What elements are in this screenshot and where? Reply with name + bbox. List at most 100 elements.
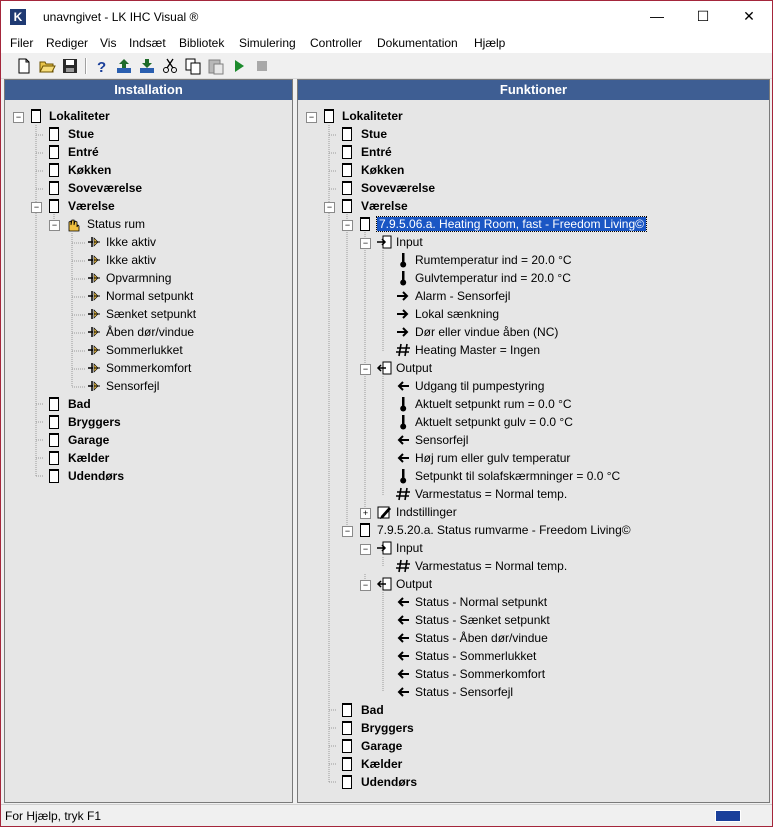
tree-input-item[interactable]: Dør eller vindue åben (NC) [415,323,558,341]
tree-room[interactable]: Kælder [68,449,109,467]
tree-room[interactable]: Bryggers [361,719,414,737]
tree-function-heating-room[interactable]: 7.9.5.06.a. Heating Room, fast - Freedom… [376,215,647,233]
minimize-button[interactable]: — [634,1,680,32]
pushbutton-output-icon [86,360,102,376]
new-document-icon[interactable] [15,57,33,75]
tree-room[interactable]: Entré [68,143,99,161]
tree-output-item[interactable]: Aktuelt setpunkt gulv = 0.0 °C [415,413,573,431]
menu-vis[interactable]: Vis [100,36,116,50]
tree-output-item[interactable]: Status - Sommerlukket [415,647,536,665]
tree-input-item[interactable]: Heating Master = Ingen [415,341,540,359]
upload-icon[interactable] [115,57,133,75]
cut-icon[interactable] [161,57,179,75]
collapse-toggle[interactable]: − [360,544,371,555]
tree-room[interactable]: Bryggers [68,413,121,431]
tree-output-item[interactable]: Sensorfejl [415,431,468,449]
tree-status-rum[interactable]: Status rum [87,215,145,233]
tree-output-item[interactable]: Status - Normal setpunkt [415,593,547,611]
tree-room[interactable]: Udendørs [361,773,417,791]
tree-input-group[interactable]: Input [396,233,423,251]
tree-room[interactable]: Garage [361,737,402,755]
tree-root-lokaliteter[interactable]: Lokaliteter [49,107,110,125]
play-icon[interactable] [230,57,248,75]
tree-input-item[interactable]: Gulvtemperatur ind = 20.0 °C [415,269,571,287]
tree-root-lokaliteter[interactable]: Lokaliteter [342,107,403,125]
funktioner-tree[interactable]: − Lokaliteter Stue Entré Køkken Sovevære… [298,102,769,802]
tree-settings[interactable]: Indstillinger [396,503,457,521]
tree-output-item[interactable]: Aktuelt setpunkt rum = 0.0 °C [415,395,572,413]
app-logo-icon[interactable]: K [10,9,26,25]
tree-input-item[interactable]: Varmestatus = Normal temp. [415,557,567,575]
stop-icon[interactable] [253,57,271,75]
tree-output-group[interactable]: Output [396,575,432,593]
collapse-toggle[interactable]: − [360,238,371,249]
collapse-toggle[interactable]: − [360,580,371,591]
tree-status-output[interactable]: Sommerkomfort [106,359,191,377]
tree-room[interactable]: Udendørs [68,467,124,485]
tree-output-item[interactable]: Udgang til pumpestyring [415,377,544,395]
menu-filer[interactable]: Filer [10,36,33,50]
tree-output-item[interactable]: Høj rum eller gulv temperatur [415,449,570,467]
tree-output-item[interactable]: Varmestatus = Normal temp. [415,485,567,503]
tree-status-output[interactable]: Sensorfejl [106,377,159,395]
save-icon[interactable] [61,57,79,75]
tree-status-output[interactable]: Åben dør/vindue [106,323,194,341]
tree-output-item[interactable]: Status - Sensorfejl [415,683,513,701]
tree-status-output[interactable]: Opvarmning [106,269,171,287]
menu-rediger[interactable]: Rediger [46,36,88,50]
tree-status-output[interactable]: Normal setpunkt [106,287,193,305]
tree-status-output[interactable]: Ikke aktiv [106,251,156,269]
tree-room[interactable]: Stue [361,125,387,143]
expand-toggle[interactable]: + [360,508,371,519]
tree-output-item[interactable]: Setpunkt til solafskærmninger = 0.0 °C [415,467,620,485]
tree-room[interactable]: Bad [361,701,384,719]
collapse-toggle[interactable]: − [342,220,353,231]
menu-dokumentation[interactable]: Dokumentation [377,36,458,50]
help-icon[interactable]: ? [92,57,110,75]
menu-bibliotek[interactable]: Bibliotek [179,36,224,50]
tree-room[interactable]: Stue [68,125,94,143]
open-folder-icon[interactable] [38,57,56,75]
tree-room[interactable]: Køkken [361,161,404,179]
tree-output-item[interactable]: Status - Sænket setpunkt [415,611,550,629]
tree-status-output[interactable]: Sænket setpunkt [106,305,196,323]
maximize-button[interactable]: ☐ [680,1,726,32]
tree-room-vaerelse[interactable]: Værelse [361,197,408,215]
collapse-toggle[interactable]: − [342,526,353,537]
tree-room[interactable]: Entré [361,143,392,161]
title-bar[interactable]: K unavngivet - LK IHC Visual ® — ☐ ✕ [1,1,772,32]
collapse-toggle[interactable]: − [360,364,371,375]
close-button[interactable]: ✕ [726,1,772,32]
tree-room[interactable]: Kælder [361,755,402,773]
tree-room[interactable]: Bad [68,395,91,413]
tree-output-item[interactable]: Status - Åben dør/vindue [415,629,548,647]
collapse-toggle[interactable]: − [31,202,42,213]
menu-indsaet[interactable]: Indsæt [129,36,166,50]
menu-controller[interactable]: Controller [310,36,362,50]
pushbutton-output-icon [86,234,102,250]
download-icon[interactable] [138,57,156,75]
tree-status-output[interactable]: Sommerlukket [106,341,183,359]
tree-room-vaerelse[interactable]: Værelse [68,197,115,215]
collapse-toggle[interactable]: − [13,112,24,123]
tree-room[interactable]: Garage [68,431,109,449]
tree-input-item[interactable]: Alarm - Sensorfejl [415,287,510,305]
collapse-toggle[interactable]: − [306,112,317,123]
tree-output-item[interactable]: Status - Sommerkomfort [415,665,545,683]
collapse-toggle[interactable]: − [324,202,335,213]
collapse-toggle[interactable]: − [49,220,60,231]
paste-icon[interactable] [207,57,225,75]
installation-tree[interactable]: − Lokaliteter Stue Entré Køkken Sovevære… [5,102,292,802]
tree-status-output[interactable]: Ikke aktiv [106,233,156,251]
tree-output-group[interactable]: Output [396,359,432,377]
tree-room[interactable]: Soveværelse [361,179,435,197]
menu-simulering[interactable]: Simulering [239,36,296,50]
tree-room[interactable]: Soveværelse [68,179,142,197]
menu-hjaelp[interactable]: Hjælp [474,36,505,50]
tree-input-item[interactable]: Lokal sænkning [415,305,499,323]
tree-input-group[interactable]: Input [396,539,423,557]
tree-function-status-rumvarme[interactable]: 7.9.5.20.a. Status rumvarme - Freedom Li… [377,521,631,539]
copy-icon[interactable] [184,57,202,75]
tree-input-item[interactable]: Rumtemperatur ind = 20.0 °C [415,251,572,269]
tree-room[interactable]: Køkken [68,161,111,179]
